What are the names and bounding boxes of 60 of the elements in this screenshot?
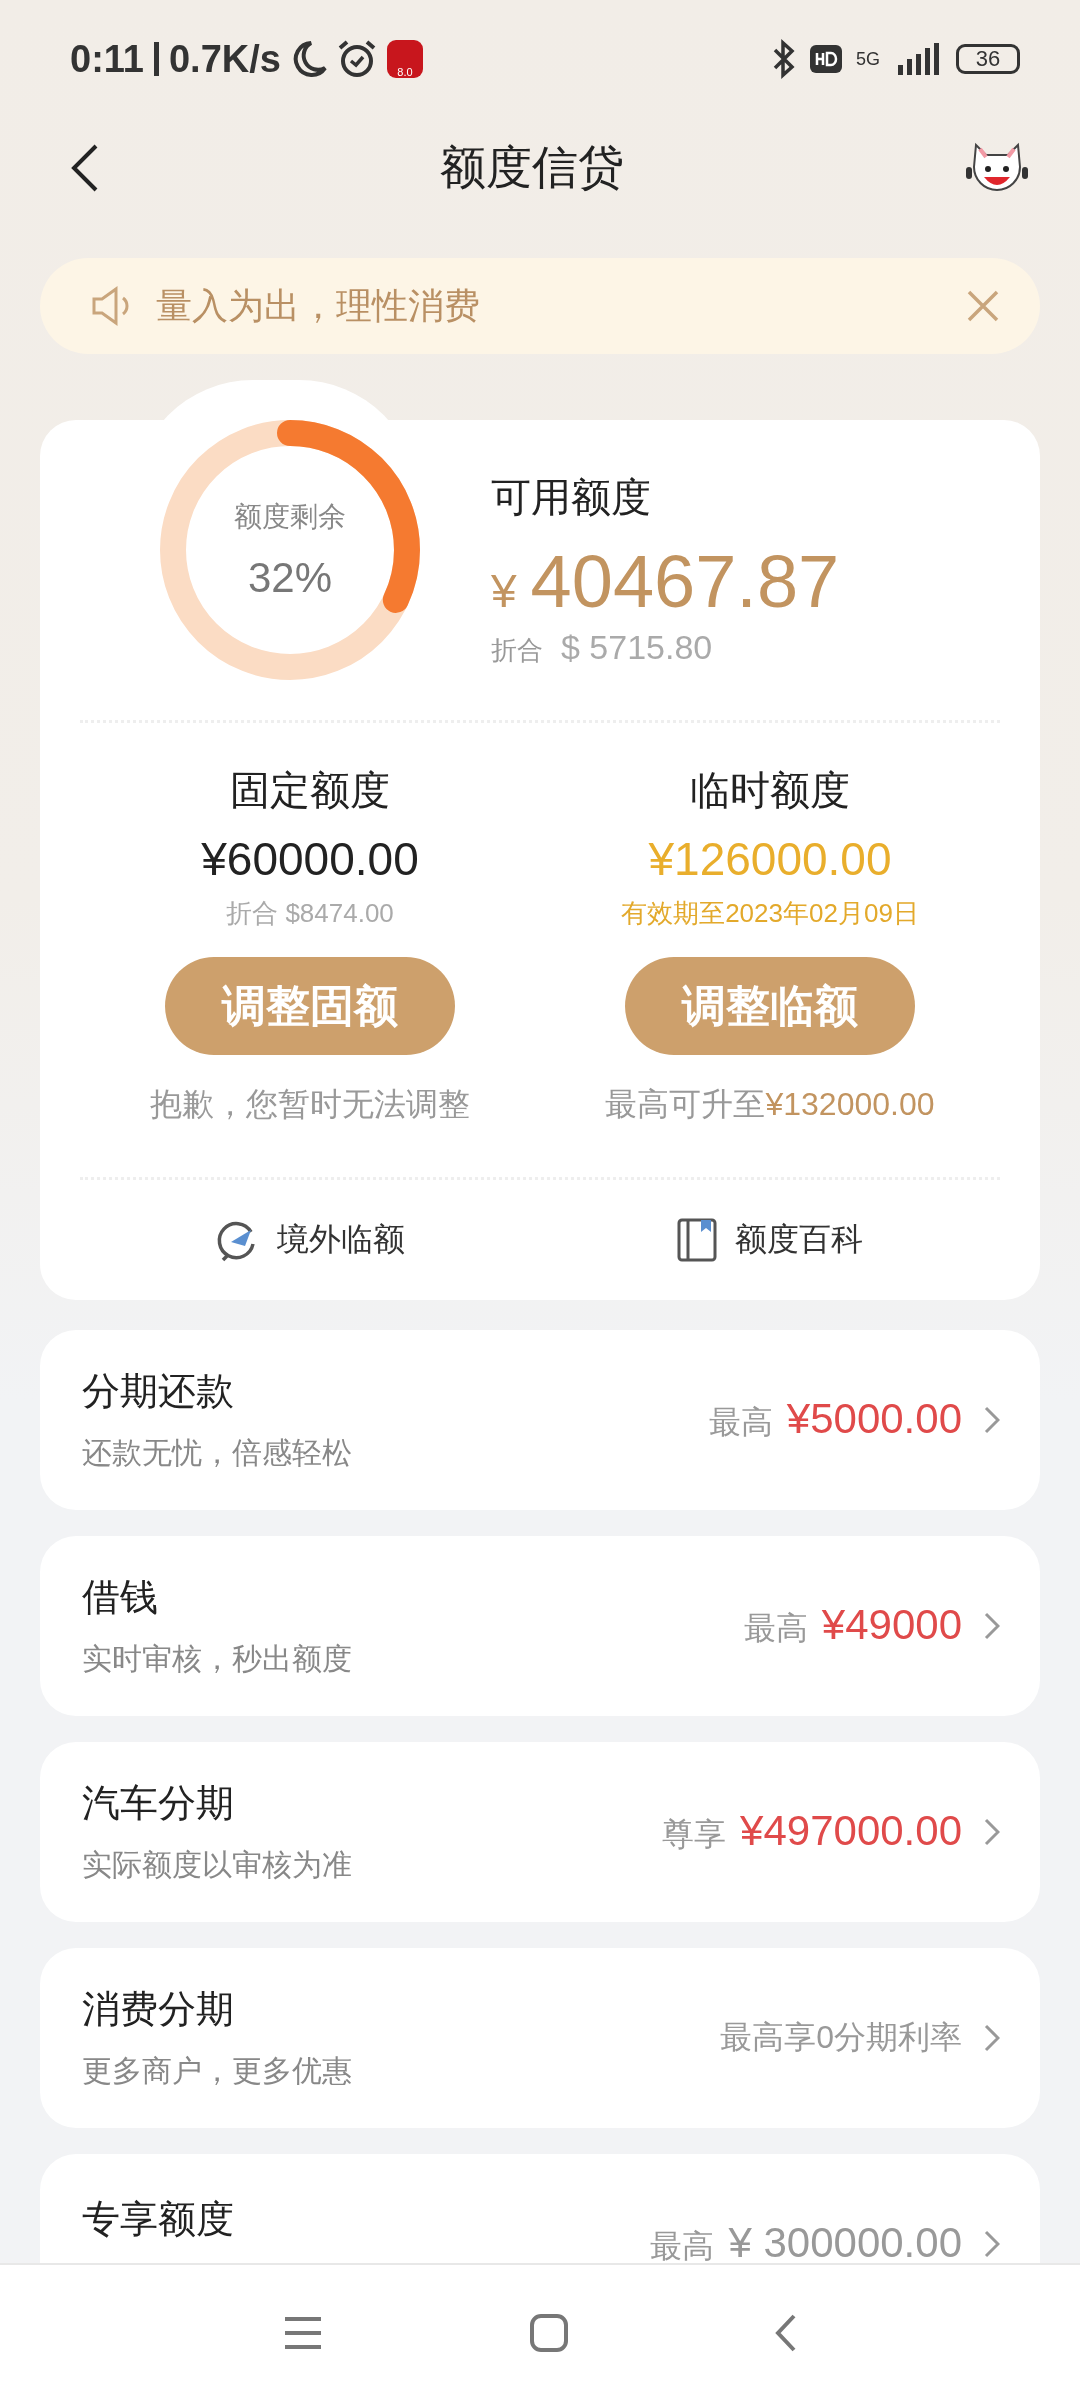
chevron-right-icon: [984, 1406, 1000, 1434]
available-label: 可用额度: [491, 474, 652, 521]
home-icon[interactable]: [530, 2313, 568, 2352]
product-amount: ¥ 300000.00: [728, 2219, 962, 2263]
available-amount: 40467.87: [530, 539, 840, 624]
limit-note: 折合 $8474.00: [226, 897, 394, 930]
product-title: 汽车分期: [82, 1781, 235, 1826]
menu-icon[interactable]: [283, 2315, 324, 2350]
product-card[interactable]: 专享额度 最高 ¥ 300000.00: [40, 2154, 1040, 2263]
notice-text: 量入为出，理性消费: [156, 283, 481, 328]
ring-label: 额度剩余: [234, 500, 346, 534]
product-subtitle: 还款无忧，倍感轻松: [82, 1435, 353, 1471]
product-label: 最高享0分期利率: [720, 2018, 962, 2057]
converted-amount: $ 5715.80: [561, 628, 713, 667]
limit-hint: 最高可升至¥132000.00: [605, 1085, 935, 1124]
network-speed: 0.7K/s: [168, 37, 281, 81]
product-subtitle: 更多商户，更多优惠: [82, 2053, 353, 2089]
battery-level: 36: [956, 44, 1020, 74]
limit-title: 固定额度: [230, 767, 390, 814]
back-icon[interactable]: [70, 143, 100, 193]
product-title: 消费分期: [82, 1987, 235, 2032]
limit-hint: 抱歉，您暂时无法调整: [150, 1085, 470, 1124]
product-title: 分期还款: [82, 1369, 235, 1414]
separator-bar: [153, 42, 159, 76]
product-label: 最高: [708, 1403, 773, 1442]
product-card[interactable]: 汽车分期 实际额度以审核为准 尊享 ¥497000.00: [40, 1742, 1040, 1922]
currency-sign: ¥: [491, 564, 517, 618]
book-icon: [677, 1218, 717, 1262]
limit-amount: ¥60000.00: [201, 832, 419, 886]
limit-note: 有效期至2023年02月09日: [621, 897, 919, 930]
product-label: 最高: [650, 2227, 715, 2263]
shortcut-link[interactable]: 额度百科: [735, 1218, 863, 1262]
product-card[interactable]: 分期还款 还款无忧，倍感轻松 最高 ¥5000.00: [40, 1330, 1040, 1510]
product-label: 尊享: [662, 1815, 727, 1854]
product-label: 最高: [743, 1609, 808, 1648]
product-title: 专享额度: [82, 2197, 235, 2242]
bluetooth-icon: [772, 39, 796, 79]
product-amount: ¥5000.00: [786, 1395, 962, 1443]
alarm-icon: [336, 39, 377, 79]
limit-amount: ¥126000.00: [648, 832, 892, 886]
chevron-right-icon: [984, 1818, 1000, 1846]
product-subtitle: 实时审核，秒出额度: [82, 1641, 353, 1677]
hd-icon: [810, 45, 842, 73]
product-amount: ¥49000: [821, 1601, 962, 1649]
page-title: 额度信贷: [439, 140, 625, 195]
remaining-percent: 32%: [247, 554, 333, 602]
product-card[interactable]: 借钱 实时审核，秒出额度 最高 ¥49000: [40, 1536, 1040, 1716]
network-type: 5G: [856, 48, 880, 70]
product-subtitle: 实际额度以审核为准: [82, 1847, 353, 1883]
app-badge: 8.0: [386, 40, 423, 78]
limit-title: 临时额度: [690, 767, 850, 814]
converted-label: 折合: [491, 634, 543, 667]
clock-time: 0:11: [70, 37, 144, 81]
product-card[interactable]: 消费分期 更多商户，更多优惠 最高享0分期利率: [40, 1948, 1040, 2128]
product-amount: ¥497000.00: [740, 1807, 962, 1855]
product-title: 借钱: [82, 1575, 159, 1620]
shortcut-link[interactable]: 境外临额: [277, 1218, 405, 1262]
chevron-right-icon: [984, 2230, 1000, 2258]
chevron-right-icon: [984, 2024, 1000, 2052]
chevron-right-icon: [984, 1612, 1000, 1640]
